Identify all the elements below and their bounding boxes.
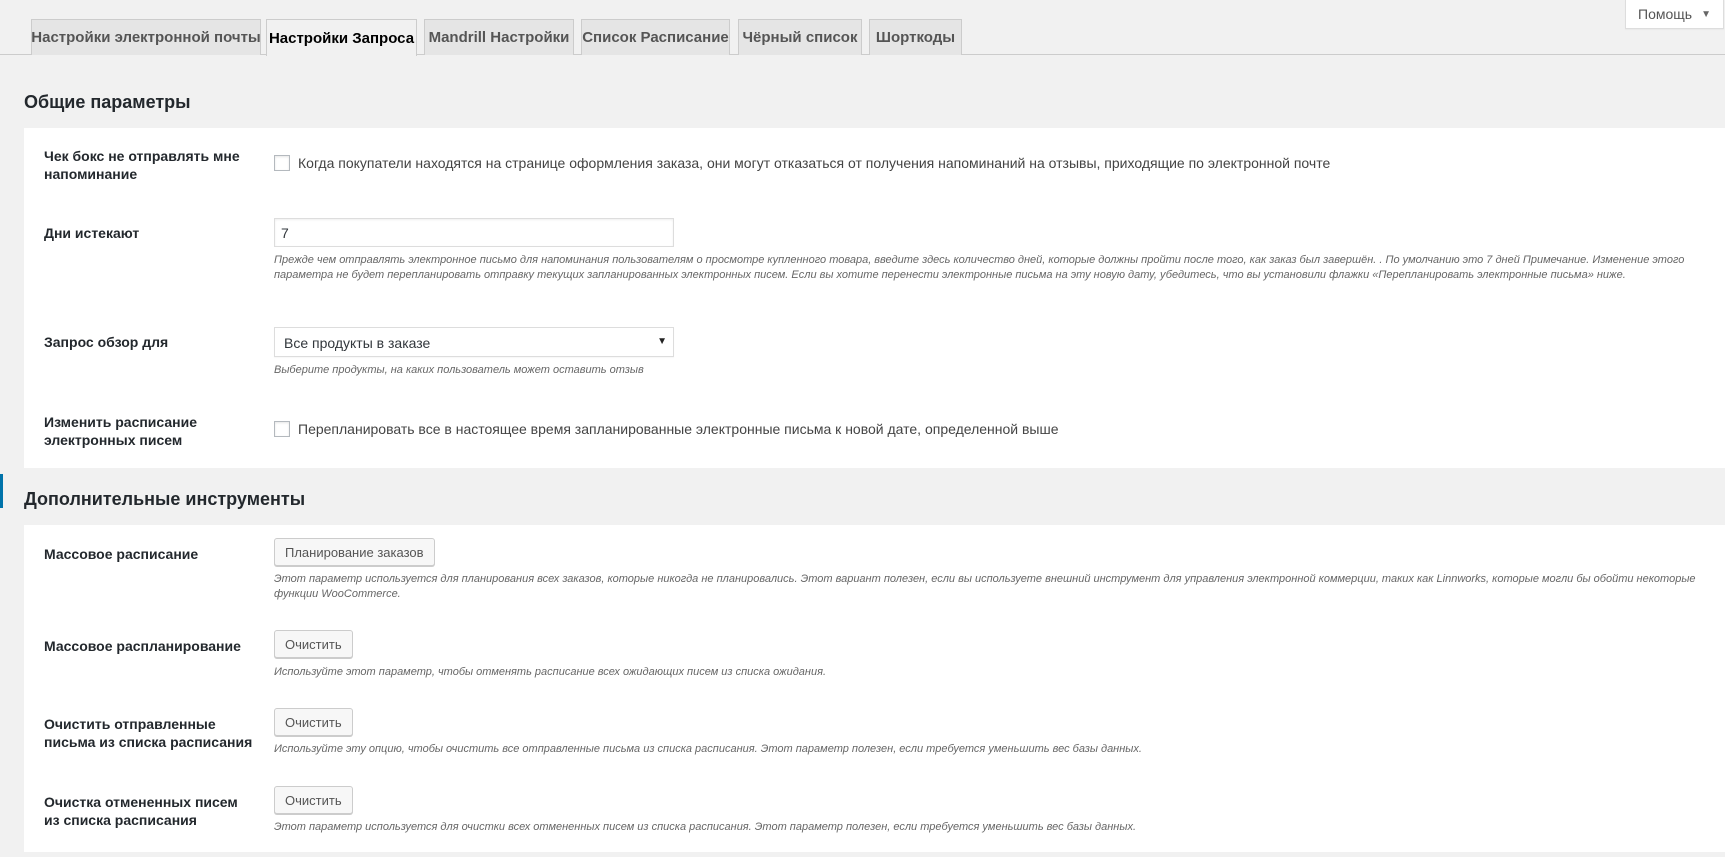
- clear-sent-button[interactable]: Очистить: [274, 708, 353, 736]
- days-description: Прежде чем отправлять электронное письмо…: [274, 254, 1685, 281]
- settings-tabs: Настройки электронной почты Настройки За…: [0, 0, 1725, 56]
- tab-blacklist[interactable]: Чёрный список: [738, 19, 862, 55]
- dropdown-arrow-icon: ▼: [657, 336, 667, 347]
- help-label: Помощь: [1638, 6, 1693, 22]
- caret-down-icon: ▼: [1701, 8, 1711, 20]
- opt-out-checkbox[interactable]: [274, 155, 290, 171]
- tab-email-settings[interactable]: Настройки электронной почты: [31, 19, 261, 55]
- tab-request-settings[interactable]: Настройки Запроса: [266, 19, 417, 56]
- opt-out-label: Чек бокс не отправлять мне напоминание: [44, 148, 240, 182]
- opt-out-checkbox-text: Когда покупатели находятся на странице о…: [298, 155, 1331, 171]
- bulk-schedule-label: Массовое расписание: [44, 546, 199, 562]
- schedule-orders-button[interactable]: Планирование заказов: [274, 538, 435, 566]
- general-section-title: Общие параметры: [24, 92, 191, 112]
- review-for-label: Запрос обзор для: [44, 334, 169, 350]
- tools-section-title: Дополнительные инструменты: [24, 489, 306, 509]
- clear-cancelled-button[interactable]: Очистить: [274, 786, 353, 814]
- reschedule-checkbox-text: Перепланировать все в настоящее время за…: [298, 421, 1059, 437]
- help-button[interactable]: Помощь ▼: [1625, 0, 1724, 29]
- clear-cancelled-label: Очистка отмененных писем из списка распи…: [44, 794, 238, 828]
- clear-cancelled-description: Этот параметр используется для очистки в…: [274, 821, 1137, 833]
- tab-mandrill-settings[interactable]: Mandrill Настройки: [424, 19, 574, 55]
- clear-sent-label: Очистить отправленные письма из списка р…: [44, 716, 253, 750]
- reschedule-label: Изменить расписание электронных писем: [44, 414, 198, 448]
- days-label: Дни истекают: [44, 225, 140, 241]
- tab-shortcodes[interactable]: Шорткоды: [869, 19, 962, 55]
- tools-panel: Массовое расписание Планирование заказов…: [24, 525, 1725, 852]
- clear-sent-description: Используйте эту опцию, чтобы очистить вс…: [274, 743, 1142, 755]
- days-input[interactable]: [274, 218, 674, 247]
- bulk-schedule-description: Этот параметр используется для планирова…: [274, 573, 1696, 600]
- opt-out-row: Когда покупатели находятся на странице о…: [274, 155, 1330, 171]
- bulk-unschedule-clear-button[interactable]: Очистить: [274, 630, 353, 658]
- reschedule-row: Перепланировать все в настоящее время за…: [274, 421, 1059, 437]
- reschedule-checkbox[interactable]: [274, 421, 290, 437]
- bulk-unschedule-description: Используйте этот параметр, чтобы отменят…: [274, 666, 826, 678]
- admin-menu-edge: [0, 474, 3, 508]
- review-for-description: Выберите продукты, на каких пользователь…: [274, 364, 644, 376]
- general-settings-panel: Чек бокс не отправлять мне напоминание К…: [24, 128, 1725, 468]
- bulk-unschedule-label: Массовое распланирование: [44, 638, 241, 654]
- review-for-selected: Все продукты в заказе: [284, 335, 431, 351]
- tab-schedule-list[interactable]: Список Расписание: [581, 19, 730, 55]
- review-for-select[interactable]: Все продукты в заказе ▼: [274, 327, 674, 357]
